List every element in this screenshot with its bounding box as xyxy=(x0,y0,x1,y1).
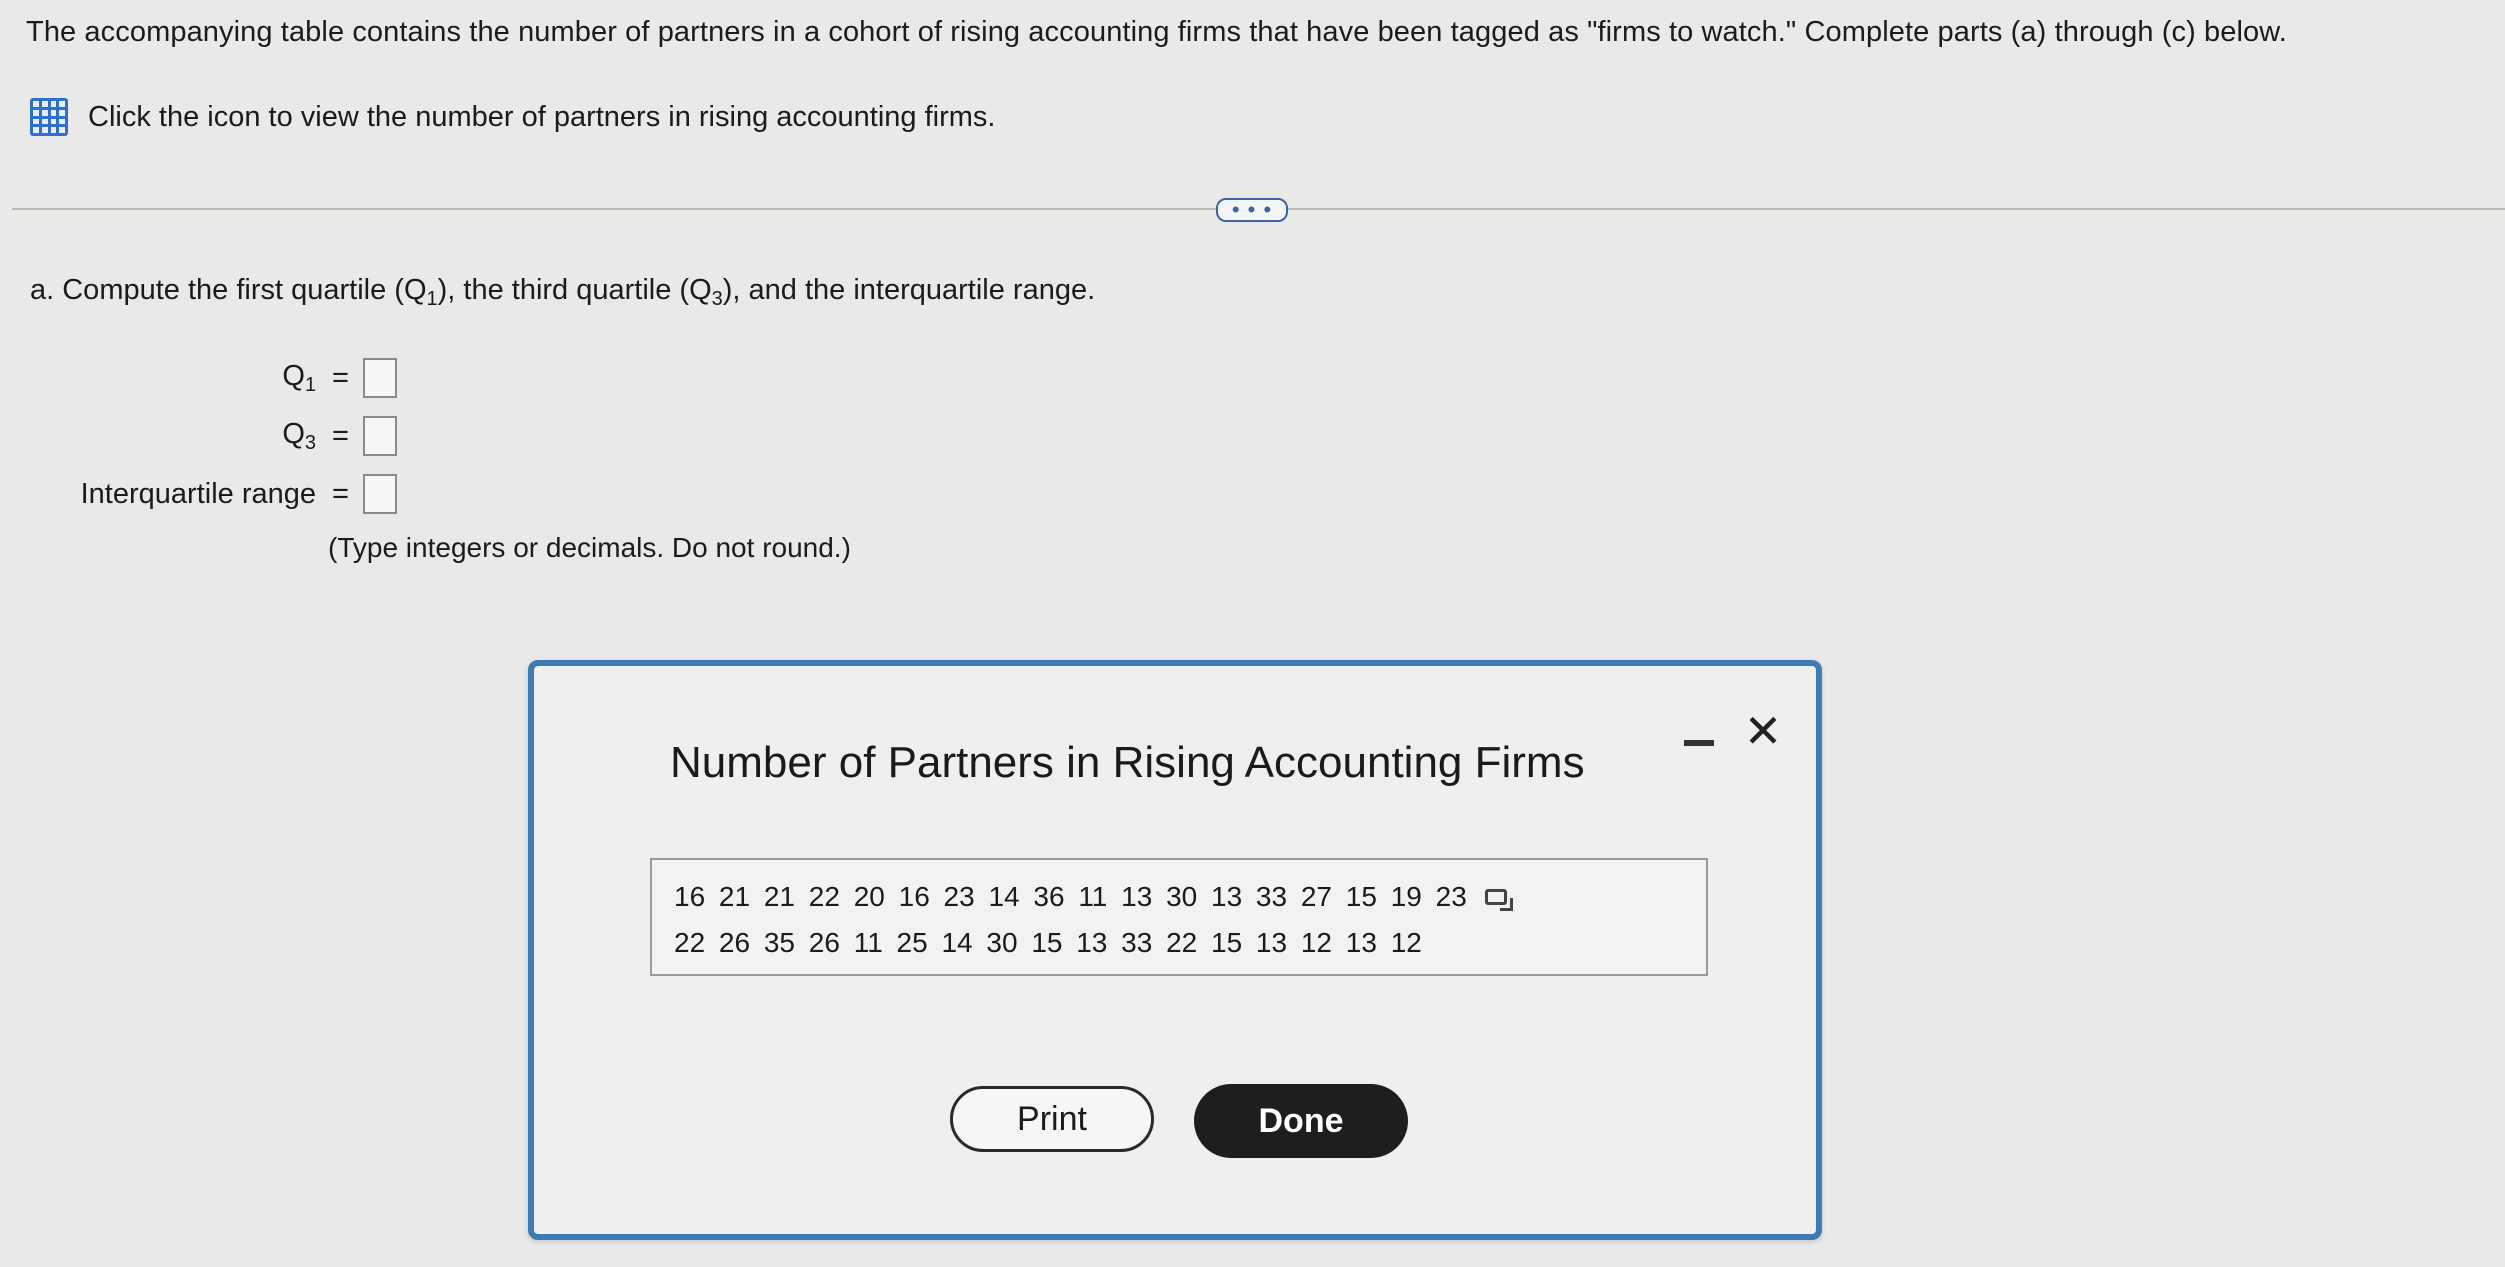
question-prompt: The accompanying table contains the numb… xyxy=(26,16,2287,48)
print-button[interactable]: Print xyxy=(950,1086,1154,1152)
expand-more-button[interactable]: • • • xyxy=(1216,198,1288,222)
question-page: The accompanying table contains the numb… xyxy=(0,0,2505,1267)
close-button[interactable]: ✕ xyxy=(1740,708,1786,754)
data-row-1: 16 21 21 22 20 16 23 14 36 11 13 30 13 3… xyxy=(674,874,1684,920)
q1-answer-row: Q1 = xyxy=(16,358,397,398)
done-button[interactable]: Done xyxy=(1194,1084,1408,1158)
equals-sign: = xyxy=(332,477,349,510)
q3-label: Q3 xyxy=(282,417,316,454)
q1-input[interactable] xyxy=(362,358,397,398)
equals-sign: = xyxy=(332,361,349,394)
part-a-instruction: a. Compute the first quartile (Q1), the … xyxy=(30,274,1096,310)
table-grid-icon[interactable] xyxy=(30,98,68,136)
minimize-icon xyxy=(1684,740,1714,746)
minimize-button[interactable] xyxy=(1682,728,1716,758)
data-table-hint: Click the icon to view the number of par… xyxy=(30,98,995,136)
partners-data-table: 16 21 21 22 20 16 23 14 36 11 13 30 13 3… xyxy=(650,858,1708,976)
iqr-label: Interquartile range xyxy=(80,477,316,510)
hint-text: Click the icon to view the number of par… xyxy=(88,100,996,133)
data-row-2: 22 26 35 26 11 25 14 30 15 13 33 22 15 1… xyxy=(674,927,1422,958)
equals-sign: = xyxy=(332,419,349,452)
answer-format-note: (Type integers or decimals. Do not round… xyxy=(328,532,851,563)
data-table-dialog: Number of Partners in Rising Accounting … xyxy=(528,660,1822,1240)
q3-answer-row: Q3 = xyxy=(16,416,397,456)
q3-input[interactable] xyxy=(362,416,397,456)
iqr-answer-row: Interquartile range = xyxy=(16,474,397,514)
dialog-title: Number of Partners in Rising Accounting … xyxy=(670,738,1585,787)
q1-label: Q1 xyxy=(282,359,316,396)
iqr-input[interactable] xyxy=(362,474,397,514)
copy-data-icon[interactable] xyxy=(1484,889,1513,911)
